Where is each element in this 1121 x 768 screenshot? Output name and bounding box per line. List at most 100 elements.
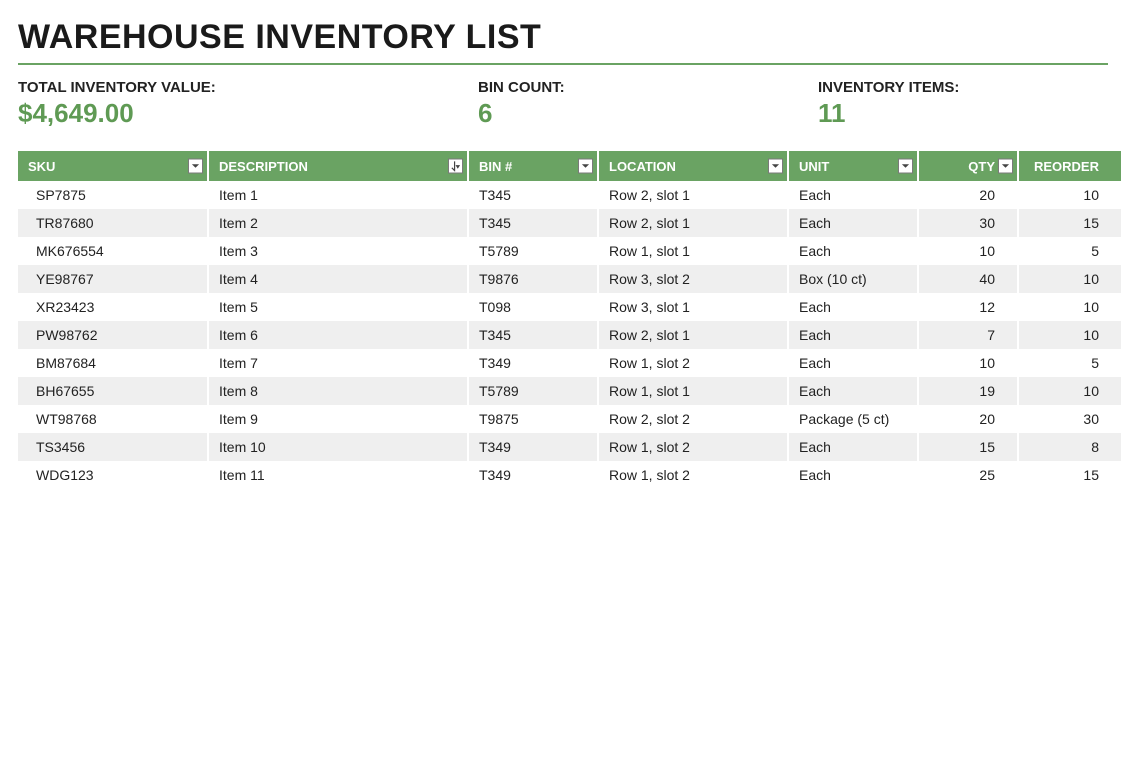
chevron-down-icon bbox=[191, 162, 200, 171]
col-header-bin-label: BIN # bbox=[479, 159, 512, 174]
table-header-row: SKU DESCRIPTION BIN # LOCATION bbox=[18, 151, 1121, 181]
cell-qty: 10 bbox=[918, 237, 1018, 265]
summary-total-value: $4,649.00 bbox=[18, 98, 478, 129]
cell-unit: Each bbox=[788, 209, 918, 237]
cell-bin: T349 bbox=[468, 433, 598, 461]
summary-total: TOTAL INVENTORY VALUE: $4,649.00 bbox=[18, 79, 478, 129]
table-row: MK676554Item 3T5789Row 1, slot 1Each105 bbox=[18, 237, 1121, 265]
table-row: WDG123Item 11T349Row 1, slot 2Each2515 bbox=[18, 461, 1121, 489]
table-row: PW98762Item 6T345Row 2, slot 1Each710 bbox=[18, 321, 1121, 349]
cell-location: Row 3, slot 2 bbox=[598, 265, 788, 293]
cell-location: Row 3, slot 1 bbox=[598, 293, 788, 321]
summary-bin-value: 6 bbox=[478, 98, 818, 129]
col-header-reorder[interactable]: REORDER bbox=[1018, 151, 1121, 181]
chevron-down-icon bbox=[1001, 162, 1010, 171]
cell-sku: WDG123 bbox=[18, 461, 208, 489]
cell-sku: TS3456 bbox=[18, 433, 208, 461]
cell-description: Item 8 bbox=[208, 377, 468, 405]
cell-reorder: 15 bbox=[1018, 461, 1121, 489]
cell-sku: TR87680 bbox=[18, 209, 208, 237]
cell-bin: T345 bbox=[468, 321, 598, 349]
cell-location: Row 2, slot 1 bbox=[598, 321, 788, 349]
filter-button-description[interactable] bbox=[448, 159, 463, 174]
summary-bin-label: BIN COUNT: bbox=[478, 79, 818, 96]
summary-items-label: INVENTORY ITEMS: bbox=[818, 79, 1108, 96]
summary-bar: TOTAL INVENTORY VALUE: $4,649.00 BIN COU… bbox=[18, 79, 1108, 129]
cell-location: Row 1, slot 1 bbox=[598, 377, 788, 405]
col-header-qty-label: QTY bbox=[968, 159, 995, 174]
col-header-bin[interactable]: BIN # bbox=[468, 151, 598, 181]
cell-location: Row 1, slot 2 bbox=[598, 461, 788, 489]
cell-qty: 15 bbox=[918, 433, 1018, 461]
cell-unit: Each bbox=[788, 349, 918, 377]
table-row: TS3456Item 10T349Row 1, slot 2Each158 bbox=[18, 433, 1121, 461]
col-header-description-label: DESCRIPTION bbox=[219, 159, 308, 174]
summary-total-label: TOTAL INVENTORY VALUE: bbox=[18, 79, 478, 96]
filter-button-sku[interactable] bbox=[188, 159, 203, 174]
cell-description: Item 9 bbox=[208, 405, 468, 433]
cell-qty: 40 bbox=[918, 265, 1018, 293]
table-row: BH67655Item 8T5789Row 1, slot 1Each1910 bbox=[18, 377, 1121, 405]
cell-reorder: 10 bbox=[1018, 265, 1121, 293]
cell-unit: Each bbox=[788, 461, 918, 489]
cell-unit: Package (5 ct) bbox=[788, 405, 918, 433]
cell-sku: MK676554 bbox=[18, 237, 208, 265]
cell-bin: T098 bbox=[468, 293, 598, 321]
cell-bin: T9875 bbox=[468, 405, 598, 433]
cell-unit: Each bbox=[788, 433, 918, 461]
cell-sku: WT98768 bbox=[18, 405, 208, 433]
cell-description: Item 2 bbox=[208, 209, 468, 237]
col-header-sku[interactable]: SKU bbox=[18, 151, 208, 181]
cell-location: Row 1, slot 1 bbox=[598, 237, 788, 265]
cell-qty: 19 bbox=[918, 377, 1018, 405]
cell-bin: T349 bbox=[468, 349, 598, 377]
cell-location: Row 1, slot 2 bbox=[598, 349, 788, 377]
title-rule bbox=[18, 63, 1108, 65]
cell-bin: T9876 bbox=[468, 265, 598, 293]
cell-qty: 12 bbox=[918, 293, 1018, 321]
cell-sku: BH67655 bbox=[18, 377, 208, 405]
cell-description: Item 11 bbox=[208, 461, 468, 489]
cell-sku: BM87684 bbox=[18, 349, 208, 377]
cell-description: Item 7 bbox=[208, 349, 468, 377]
cell-qty: 25 bbox=[918, 461, 1018, 489]
cell-description: Item 6 bbox=[208, 321, 468, 349]
summary-items: INVENTORY ITEMS: 11 bbox=[818, 79, 1108, 129]
col-header-reorder-label: REORDER bbox=[1034, 159, 1099, 174]
cell-unit: Each bbox=[788, 237, 918, 265]
filter-button-unit[interactable] bbox=[898, 159, 913, 174]
cell-sku: SP7875 bbox=[18, 181, 208, 209]
cell-unit: Each bbox=[788, 377, 918, 405]
chevron-down-icon bbox=[581, 162, 590, 171]
cell-bin: T5789 bbox=[468, 237, 598, 265]
col-header-description[interactable]: DESCRIPTION bbox=[208, 151, 468, 181]
cell-unit: Each bbox=[788, 321, 918, 349]
col-header-location[interactable]: LOCATION bbox=[598, 151, 788, 181]
table-row: XR23423Item 5T098Row 3, slot 1Each1210 bbox=[18, 293, 1121, 321]
cell-reorder: 10 bbox=[1018, 181, 1121, 209]
cell-reorder: 8 bbox=[1018, 433, 1121, 461]
cell-description: Item 5 bbox=[208, 293, 468, 321]
cell-unit: Box (10 ct) bbox=[788, 265, 918, 293]
cell-location: Row 2, slot 1 bbox=[598, 181, 788, 209]
cell-reorder: 5 bbox=[1018, 237, 1121, 265]
cell-qty: 20 bbox=[918, 405, 1018, 433]
cell-sku: YE98767 bbox=[18, 265, 208, 293]
filter-button-bin[interactable] bbox=[578, 159, 593, 174]
filter-button-qty[interactable] bbox=[998, 159, 1013, 174]
table-row: YE98767Item 4T9876Row 3, slot 2Box (10 c… bbox=[18, 265, 1121, 293]
cell-reorder: 15 bbox=[1018, 209, 1121, 237]
col-header-location-label: LOCATION bbox=[609, 159, 676, 174]
cell-location: Row 1, slot 2 bbox=[598, 433, 788, 461]
chevron-down-icon bbox=[901, 162, 910, 171]
cell-description: Item 3 bbox=[208, 237, 468, 265]
filter-button-location[interactable] bbox=[768, 159, 783, 174]
cell-unit: Each bbox=[788, 181, 918, 209]
col-header-qty[interactable]: QTY bbox=[918, 151, 1018, 181]
cell-reorder: 10 bbox=[1018, 321, 1121, 349]
cell-reorder: 5 bbox=[1018, 349, 1121, 377]
cell-bin: T349 bbox=[468, 461, 598, 489]
col-header-unit[interactable]: UNIT bbox=[788, 151, 918, 181]
summary-bin: BIN COUNT: 6 bbox=[478, 79, 818, 129]
table-row: WT98768Item 9T9875Row 2, slot 2Package (… bbox=[18, 405, 1121, 433]
